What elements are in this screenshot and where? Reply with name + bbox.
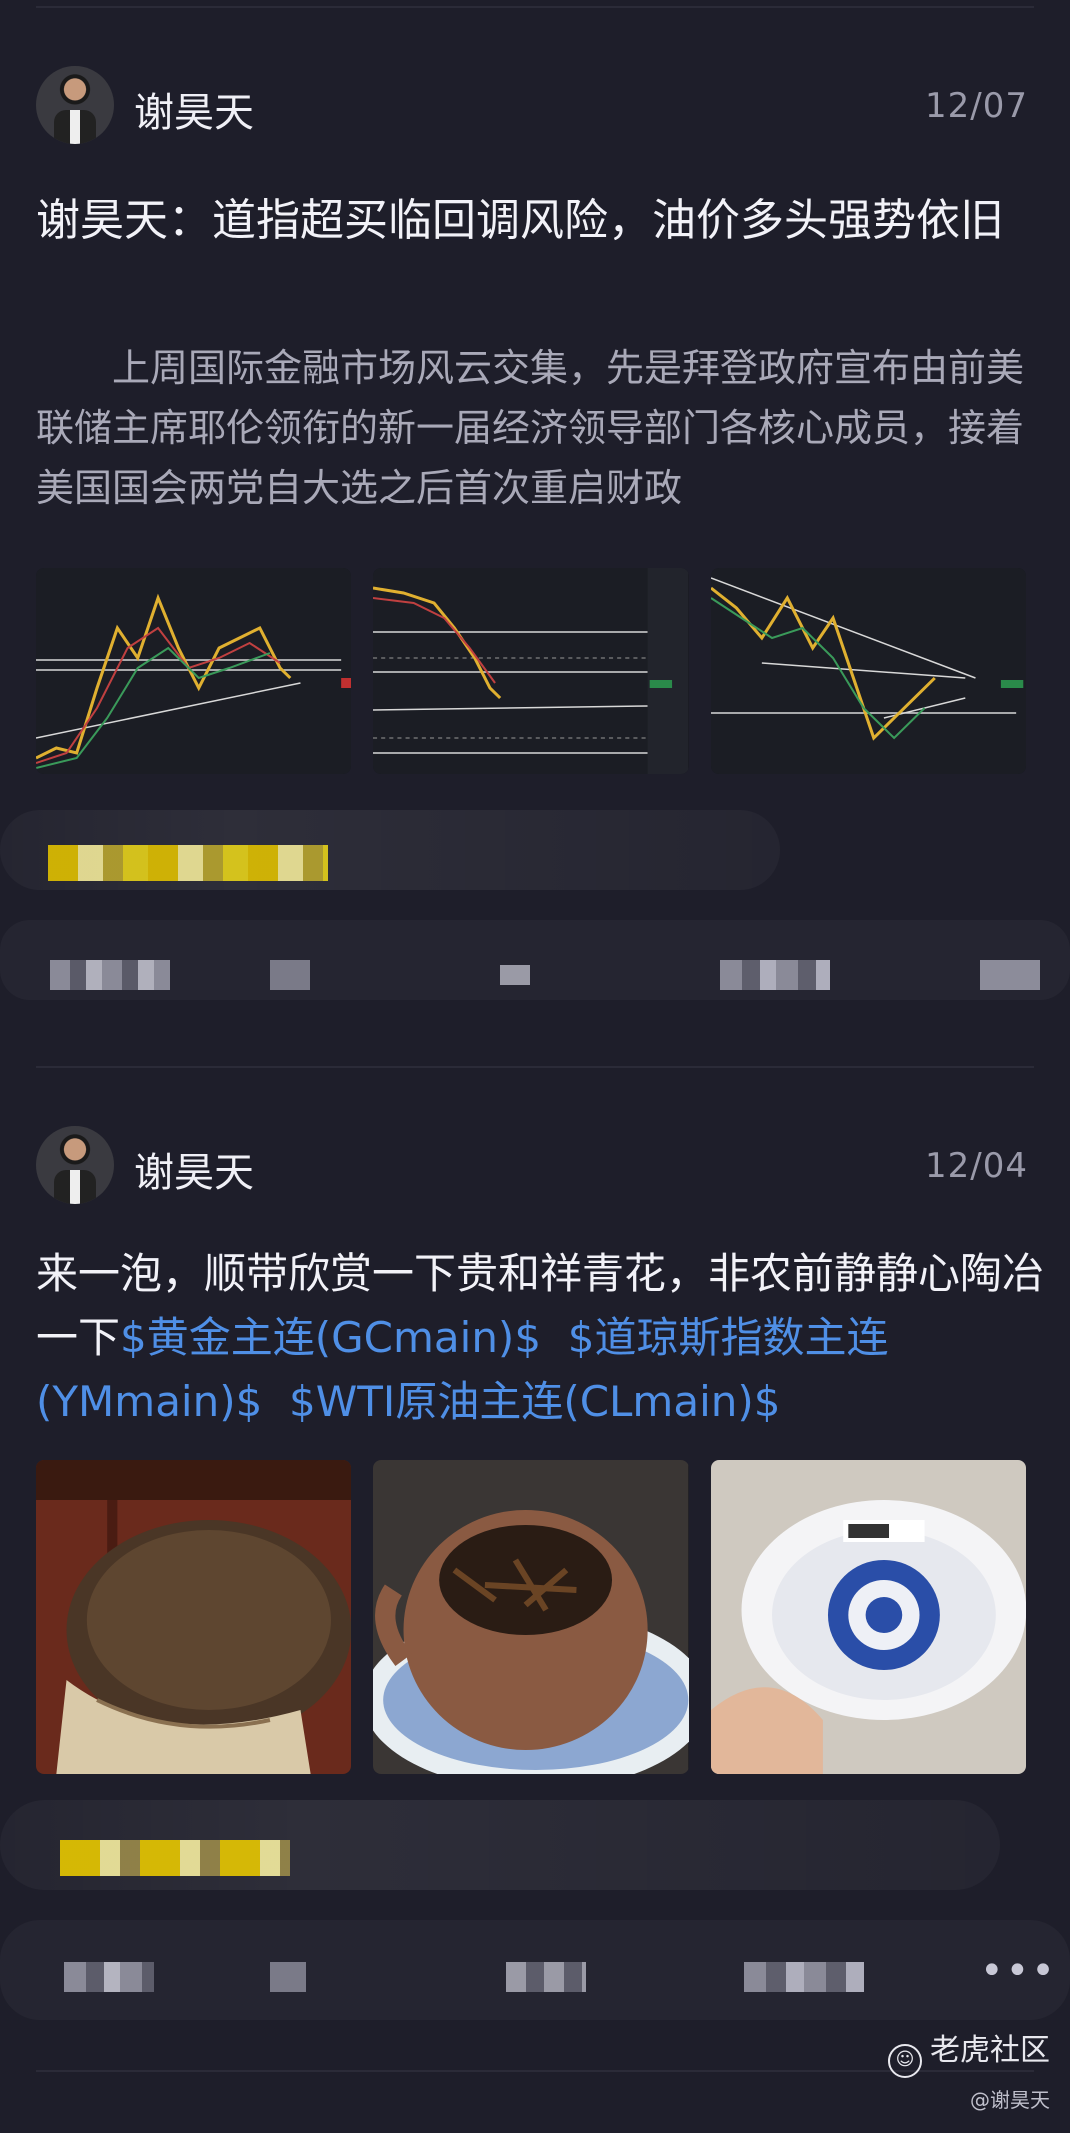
watermark: ☺ 老虎社区 @谢昊天: [888, 2025, 1050, 2113]
avatar[interactable]: [36, 66, 114, 144]
post-date: 12/04: [925, 1146, 1028, 1186]
redacted-action-1: [64, 1962, 154, 1992]
redacted-label: [48, 845, 328, 881]
stock-tag-gold[interactable]: $黄金主连(GCmain)$: [120, 1313, 541, 1362]
post-divider: [36, 1066, 1034, 1068]
redacted-action-1: [50, 960, 170, 990]
post-header: 谢昊天 12/04: [36, 1126, 1028, 1206]
post-header: 谢昊天 12/07: [36, 66, 1028, 146]
redacted-action-2: [270, 1962, 306, 1992]
avatar[interactable]: [36, 1126, 114, 1204]
author-name[interactable]: 谢昊天: [134, 80, 254, 138]
author-name[interactable]: 谢昊天: [134, 1140, 254, 1198]
redacted-label: [60, 1840, 290, 1876]
watermark-brand: ☺ 老虎社区: [888, 2025, 1050, 2078]
post-title[interactable]: 谢昊天：道指超买临回调风险，油价多头强势依旧: [36, 190, 1036, 252]
photo-teapot[interactable]: [373, 1460, 689, 1774]
bottom-divider: [36, 2070, 1034, 2072]
photo-blue-white-bowl[interactable]: [710, 1460, 1026, 1774]
stock-tag-wti[interactable]: $WTI原油主连(CLmain)$: [289, 1377, 780, 1426]
chart-thumbnail-2[interactable]: [373, 568, 689, 774]
redacted-action-2: [270, 960, 310, 990]
redacted-action-3: [500, 965, 530, 985]
post-excerpt[interactable]: 上周国际金融市场风云交集，先是拜登政府宣布由前美联储主席耶伦领衔的新一届经济领导…: [36, 338, 1036, 518]
chart-thumbnail-3[interactable]: [710, 568, 1026, 774]
redacted-action-5: [980, 960, 1040, 990]
photo-tea-cake[interactable]: [36, 1460, 352, 1774]
post-excerpt-text: 上周国际金融市场风云交集，先是拜登政府宣布由前美联储主席耶伦领衔的新一届经济领导…: [36, 346, 1025, 510]
photo-thumbnails: [36, 1460, 1026, 1774]
more-options-icon[interactable]: •••: [980, 1948, 1057, 1994]
watermark-handle: @谢昊天: [970, 2088, 1050, 2112]
redacted-action-4: [744, 1962, 864, 1992]
post-text[interactable]: 来一泡，顺带欣赏一下贵和祥青花，非农前静静心陶冶一下$黄金主连(GCmain)$…: [36, 1242, 1046, 1434]
chart-thumbnails: [36, 568, 1026, 774]
post-date: 12/07: [925, 86, 1028, 126]
tiger-logo-icon: ☺: [888, 2044, 922, 2078]
redacted-action-4: [720, 960, 830, 990]
top-divider: [36, 6, 1034, 8]
watermark-brand-text: 老虎社区: [930, 2033, 1050, 2068]
redacted-action-3: [506, 1962, 586, 1992]
chart-thumbnail-1[interactable]: [36, 568, 352, 774]
